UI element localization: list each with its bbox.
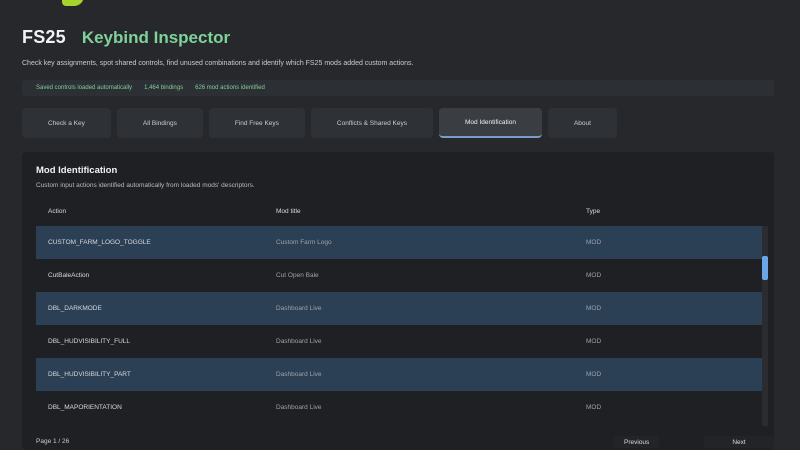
- table-row[interactable]: DBL_HUDVISIBILITY_PART Dashboard Live MO…: [36, 358, 768, 391]
- panel-title: Mod Identification: [36, 165, 118, 176]
- tab-about[interactable]: About: [547, 108, 617, 138]
- cell-mod-title: Dashboard Live: [276, 305, 322, 312]
- cell-action: DBL_HUDVISIBILITY_FULL: [48, 338, 131, 345]
- cell-action: DBL_MAPORIENTATION: [48, 404, 122, 411]
- cell-action: CutBaleAction: [48, 272, 90, 279]
- stat-mod-actions: 626 mod actions identified: [195, 85, 265, 91]
- panel-subtitle: Custom input actions identified automati…: [36, 182, 255, 189]
- stats-bar: Saved controls loaded automatically 1,46…: [22, 80, 774, 96]
- page-indicator: Page 1 / 26: [36, 438, 70, 445]
- cell-mod-title: Dashboard Live: [276, 338, 322, 345]
- cell-type: MOD: [586, 371, 602, 378]
- page-header: FS25 Keybind Inspector: [22, 27, 230, 48]
- table-scrollbar[interactable]: [762, 226, 768, 426]
- column-header-action[interactable]: Action: [36, 208, 276, 215]
- column-header-type[interactable]: Type: [586, 208, 768, 215]
- mod-identification-panel: Mod Identification Custom input actions …: [22, 152, 774, 450]
- tab-find-free-keys[interactable]: Find Free Keys: [208, 108, 305, 138]
- table-row[interactable]: DBL_HUDVISIBILITY_FULL Dashboard Live MO…: [36, 325, 768, 358]
- previous-page-button[interactable]: Previous: [614, 436, 660, 448]
- next-page-button[interactable]: Next: [704, 436, 774, 448]
- tab-check-a-key[interactable]: Check a Key: [22, 108, 111, 138]
- cell-mod-title: Dashboard Live: [276, 404, 322, 411]
- column-header-mod-title[interactable]: Mod title: [276, 208, 586, 215]
- cell-mod-title: Cut Open Bale: [276, 272, 319, 279]
- cell-action: DBL_DARKMODE: [48, 305, 102, 312]
- tab-conflicts[interactable]: Conflicts & Shared Keys: [310, 108, 433, 138]
- tab-all-bindings[interactable]: All Bindings: [116, 108, 203, 138]
- cell-mod-title: Dashboard Live: [276, 371, 322, 378]
- tab-mod-identification[interactable]: Mod Identification: [439, 108, 542, 138]
- stat-saved-controls: Saved controls loaded automatically: [36, 85, 133, 91]
- mod-actions-table: Action Mod title Type CUSTOM_FARM_LOGO_T…: [36, 196, 768, 428]
- cell-type: MOD: [586, 404, 602, 411]
- table-row[interactable]: DBL_DARKMODE Dashboard Live MOD: [36, 292, 768, 325]
- cell-mod-title: Custom Farm Logo: [276, 239, 332, 246]
- scrollbar-thumb[interactable]: [762, 256, 768, 280]
- table-row[interactable]: DBL_MAPORIENTATION Dashboard Live MOD: [36, 391, 768, 424]
- page-title: Keybind Inspector: [81, 28, 231, 47]
- table-row[interactable]: CutBaleAction Cut Open Bale MOD: [36, 259, 768, 292]
- table-row[interactable]: CUSTOM_FARM_LOGO_TOGGLE Custom Farm Logo…: [36, 226, 768, 259]
- app-window: FS25 Keybind Inspector Check key assignm…: [0, 0, 800, 450]
- cell-type: MOD: [586, 338, 602, 345]
- stat-bindings-count: 1,464 bindings: [144, 85, 184, 91]
- cell-action: CUSTOM_FARM_LOGO_TOGGLE: [48, 239, 151, 246]
- table-header: Action Mod title Type: [36, 196, 768, 226]
- tab-bar: Check a Key All Bindings Find Free Keys …: [22, 108, 774, 142]
- brand-label: FS25: [22, 27, 66, 47]
- cell-type: MOD: [586, 239, 602, 246]
- cell-type: MOD: [586, 272, 602, 279]
- cell-action: DBL_HUDVISIBILITY_PART: [48, 371, 131, 378]
- page-description: Check key assignments, spot shared contr…: [22, 60, 414, 67]
- logo-icon: [62, 0, 84, 6]
- cell-type: MOD: [586, 305, 602, 312]
